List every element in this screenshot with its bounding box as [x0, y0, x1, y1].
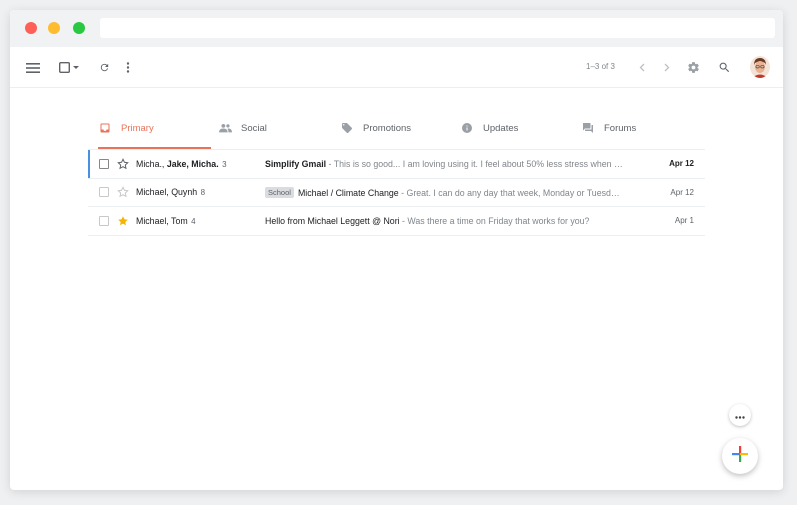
- minimize-window-button[interactable]: [48, 22, 60, 34]
- menu-icon[interactable]: [25, 47, 41, 88]
- tab-updates[interactable]: Updates: [460, 122, 518, 149]
- tab-primary[interactable]: Primary: [98, 121, 211, 149]
- email-subject: Michael / Climate Change: [297, 187, 399, 198]
- close-window-button[interactable]: [25, 22, 37, 34]
- email-row[interactable]: Micha., Jake, Micha. 3 Simplify Gmail - …: [88, 150, 705, 179]
- sender-names: Michael, Tom: [136, 215, 188, 226]
- tab-label: Updates: [483, 123, 519, 134]
- more-actions-button[interactable]: [729, 404, 751, 426]
- email-content: Hello from Michael Leggett @ Nori - Was …: [265, 216, 635, 226]
- tab-social[interactable]: Social: [218, 122, 267, 149]
- row-checkbox[interactable]: [99, 215, 109, 226]
- compose-button[interactable]: [722, 438, 758, 474]
- star-outline-icon[interactable]: [117, 186, 129, 198]
- browser-window: 1–3 of 3 Primary Social Promotions Updat…: [10, 10, 783, 490]
- gear-icon[interactable]: [685, 47, 701, 88]
- tab-label: Forums: [604, 123, 637, 134]
- email-subject: Simplify Gmail: [265, 158, 327, 169]
- email-snippet: - Great. I can do any day that week, Mon…: [398, 187, 620, 198]
- chevron-left-icon[interactable]: [636, 47, 648, 88]
- star-filled-icon[interactable]: [117, 215, 129, 227]
- email-row[interactable]: Michael, Tom 4 Hello from Michael Legget…: [88, 207, 705, 236]
- forum-icon: [581, 121, 595, 135]
- email-date: Apr 12: [669, 159, 694, 169]
- search-icon[interactable]: [716, 47, 732, 88]
- label-chip[interactable]: School: [265, 186, 294, 198]
- thread-count: 4: [191, 216, 196, 226]
- select-all-checkbox[interactable]: [58, 47, 82, 88]
- info-icon: [460, 121, 474, 135]
- email-date: Apr 12: [670, 187, 694, 197]
- tag-icon: [340, 121, 354, 135]
- maximize-window-button[interactable]: [73, 22, 85, 34]
- email-row[interactable]: Michael, Quynh 8 School Michael / Climate…: [88, 179, 705, 207]
- email-list: Micha., Jake, Micha. 3 Simplify Gmail - …: [88, 149, 705, 236]
- email-sender: Michael, Tom 4: [136, 216, 256, 226]
- email-subject: Hello from Michael Leggett @ Nori: [265, 215, 400, 226]
- email-content: School Michael / Climate Change - Great. …: [265, 186, 635, 198]
- people-icon: [218, 121, 232, 135]
- star-outline-icon[interactable]: [117, 157, 129, 170]
- email-sender: Michael, Quynh 8: [136, 187, 256, 197]
- email-snippet: - This is so good... I am loving using i…: [326, 158, 623, 169]
- row-checkbox[interactable]: [99, 187, 109, 198]
- pagination-count: 1–3 of 3: [586, 62, 615, 71]
- more-horizontal-icon: [735, 406, 745, 424]
- toolbar: 1–3 of 3: [10, 47, 783, 88]
- tab-label: Primary: [121, 123, 154, 134]
- inbox-icon: [98, 121, 112, 135]
- category-tabs: Primary Social Promotions Updates Forums: [88, 122, 705, 149]
- thread-count: 3: [222, 159, 227, 169]
- thread-count: 8: [200, 188, 206, 198]
- chevron-right-icon[interactable]: [661, 47, 673, 88]
- tab-label: Social: [241, 123, 267, 134]
- email-date: Apr 1: [674, 216, 694, 226]
- tab-promotions[interactable]: Promotions: [340, 122, 411, 149]
- plus-icon: [732, 445, 748, 467]
- more-options-icon[interactable]: [122, 47, 134, 88]
- address-bar[interactable]: [100, 18, 775, 38]
- sender-names-unread: Jake, Micha.: [166, 158, 219, 169]
- tab-label: Promotions: [363, 123, 412, 134]
- refresh-icon[interactable]: [97, 47, 111, 88]
- sender-names: Micha.,: [136, 158, 167, 169]
- email-sender: Micha., Jake, Micha. 3: [136, 159, 256, 169]
- sender-names: Michael, Quynh: [136, 187, 198, 198]
- email-content: Simplify Gmail - This is so good... I am…: [265, 159, 635, 169]
- title-bar: [10, 10, 783, 47]
- avatar[interactable]: [750, 56, 770, 78]
- tab-forums[interactable]: Forums: [581, 122, 636, 149]
- email-snippet: - Was there a time on Friday that works …: [399, 215, 590, 226]
- row-checkbox[interactable]: [99, 158, 109, 169]
